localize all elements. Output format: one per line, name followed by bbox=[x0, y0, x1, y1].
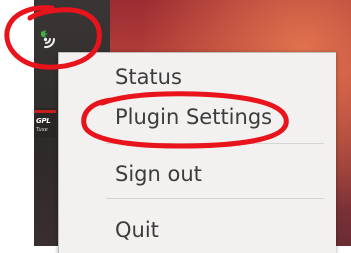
menu-separator bbox=[106, 198, 324, 199]
app-logo-subtext: Tuxe bbox=[36, 127, 48, 133]
app-logo-bar bbox=[34, 110, 56, 113]
context-menu: Status Plugin Settings Sign out Quit bbox=[58, 52, 336, 253]
tray-indicator-button[interactable] bbox=[35, 24, 65, 54]
menu-item-sign-out[interactable]: Sign out bbox=[115, 162, 202, 186]
app-logo[interactable]: GPL Tuxe bbox=[34, 108, 56, 138]
app-logo-text: GPL bbox=[36, 117, 51, 125]
wireless-signal-icon bbox=[41, 30, 56, 49]
menu-item-status[interactable]: Status bbox=[115, 65, 182, 89]
menu-item-plugin-settings[interactable]: Plugin Settings bbox=[115, 105, 272, 129]
menu-separator bbox=[106, 143, 324, 144]
menu-item-quit[interactable]: Quit bbox=[115, 218, 159, 242]
